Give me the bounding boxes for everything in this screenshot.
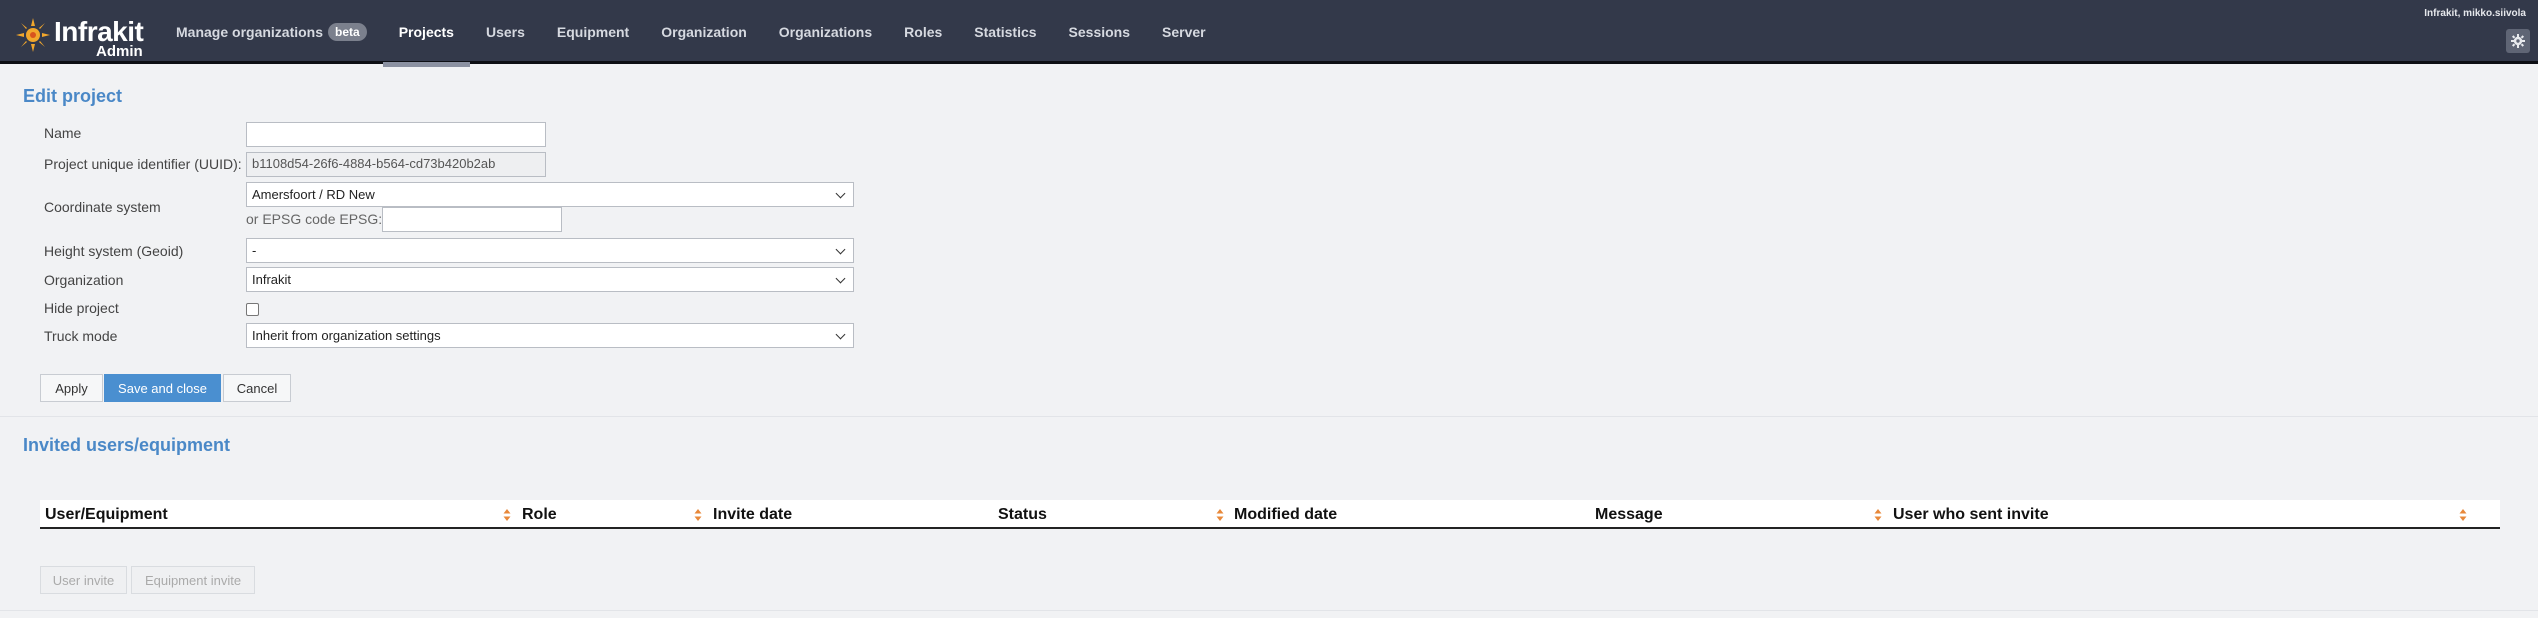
edit-project-title: Edit project	[23, 86, 123, 106]
nav-roles[interactable]: Roles	[888, 0, 958, 64]
organization-label: Organization	[44, 272, 124, 288]
invited-title: Invited users/equipment	[23, 435, 231, 455]
user-invite-button[interactable]: User invite	[40, 566, 127, 594]
sort-icon[interactable]	[1216, 508, 1224, 522]
nav-label: Manage organizations	[176, 24, 324, 40]
column-modified-date[interactable]: Modified date	[1234, 506, 1337, 524]
column-role[interactable]: Role	[522, 506, 557, 524]
name-label: Name	[44, 125, 82, 141]
nav-equipment[interactable]: Equipment	[541, 0, 645, 64]
sort-icon[interactable]	[1874, 508, 1882, 522]
nav-projects[interactable]: Projects	[382, 0, 471, 67]
chevron-down-icon	[835, 244, 846, 255]
top-navbar: Infrakit Admin Manage organizations beta…	[0, 0, 2538, 67]
truck-mode-value: Inherit from organization settings	[252, 328, 441, 343]
chevron-down-icon	[835, 329, 846, 340]
truck-mode-label: Truck mode	[44, 328, 118, 344]
organization-select[interactable]: Infrakit	[246, 267, 854, 292]
equipment-invite-button[interactable]: Equipment invite	[131, 566, 255, 594]
nav-manage-organizations[interactable]: Manage organizations beta	[160, 0, 383, 64]
save-and-close-button[interactable]: Save and close	[104, 374, 221, 402]
section-divider	[0, 416, 2538, 417]
apply-button[interactable]: Apply	[40, 374, 103, 402]
nav-server[interactable]: Server	[1146, 0, 1222, 64]
beta-badge: beta	[328, 23, 367, 41]
nav-statistics[interactable]: Statistics	[958, 0, 1052, 64]
sort-icon[interactable]	[694, 508, 702, 522]
epsg-input[interactable]	[382, 207, 562, 232]
chevron-down-icon	[835, 188, 846, 199]
nav-users[interactable]: Users	[470, 0, 541, 64]
current-user[interactable]: Infrakit, mikko.siivola	[2424, 8, 2526, 19]
column-invite-date[interactable]: Invite date	[713, 506, 792, 524]
hide-project-checkbox[interactable]	[246, 303, 259, 316]
organization-value: Infrakit	[252, 272, 292, 287]
footer-divider	[0, 610, 2538, 611]
epsg-label: or EPSG code EPSG:	[246, 211, 383, 227]
sort-icon[interactable]	[2459, 508, 2467, 522]
sort-icon[interactable]	[503, 508, 511, 522]
uuid-label: Project unique identifier (UUID):	[44, 156, 242, 172]
name-input[interactable]	[246, 122, 546, 147]
settings-button[interactable]	[2506, 29, 2530, 53]
gear-icon	[2511, 34, 2525, 48]
truck-mode-select[interactable]: Inherit from organization settings	[246, 323, 854, 348]
nav-organization[interactable]: Organization	[645, 0, 763, 64]
height-system-value: -	[252, 243, 257, 258]
main-nav: Manage organizations beta Projects Users…	[160, 0, 1222, 67]
logo-subtitle: Admin	[96, 43, 143, 60]
column-message[interactable]: Message	[1595, 506, 1663, 524]
nav-sessions[interactable]: Sessions	[1053, 0, 1146, 64]
cancel-button[interactable]: Cancel	[223, 374, 291, 402]
nav-organizations[interactable]: Organizations	[763, 0, 888, 64]
column-user-who-sent-invite[interactable]: User who sent invite	[1893, 506, 2049, 524]
height-system-select[interactable]: -	[246, 238, 854, 263]
hide-project-label: Hide project	[44, 300, 119, 316]
uuid-field: b1108d54-26f6-4884-b564-cd73b420b2ab	[246, 152, 546, 177]
sun-logo-icon	[16, 18, 50, 52]
coordinate-system-label: Coordinate system	[44, 199, 161, 215]
height-system-label: Height system (Geoid)	[44, 243, 184, 259]
column-status[interactable]: Status	[998, 506, 1047, 524]
column-user-equipment[interactable]: User/Equipment	[45, 506, 168, 524]
chevron-down-icon	[835, 273, 846, 284]
invites-table-header: User/Equipment Role Invite date Status M…	[40, 500, 2500, 529]
coordinate-system-value: Amersfoort / RD New	[252, 187, 375, 202]
coordinate-system-select[interactable]: Amersfoort / RD New	[246, 182, 854, 207]
infrakit-logo[interactable]: Infrakit Admin	[16, 12, 146, 60]
